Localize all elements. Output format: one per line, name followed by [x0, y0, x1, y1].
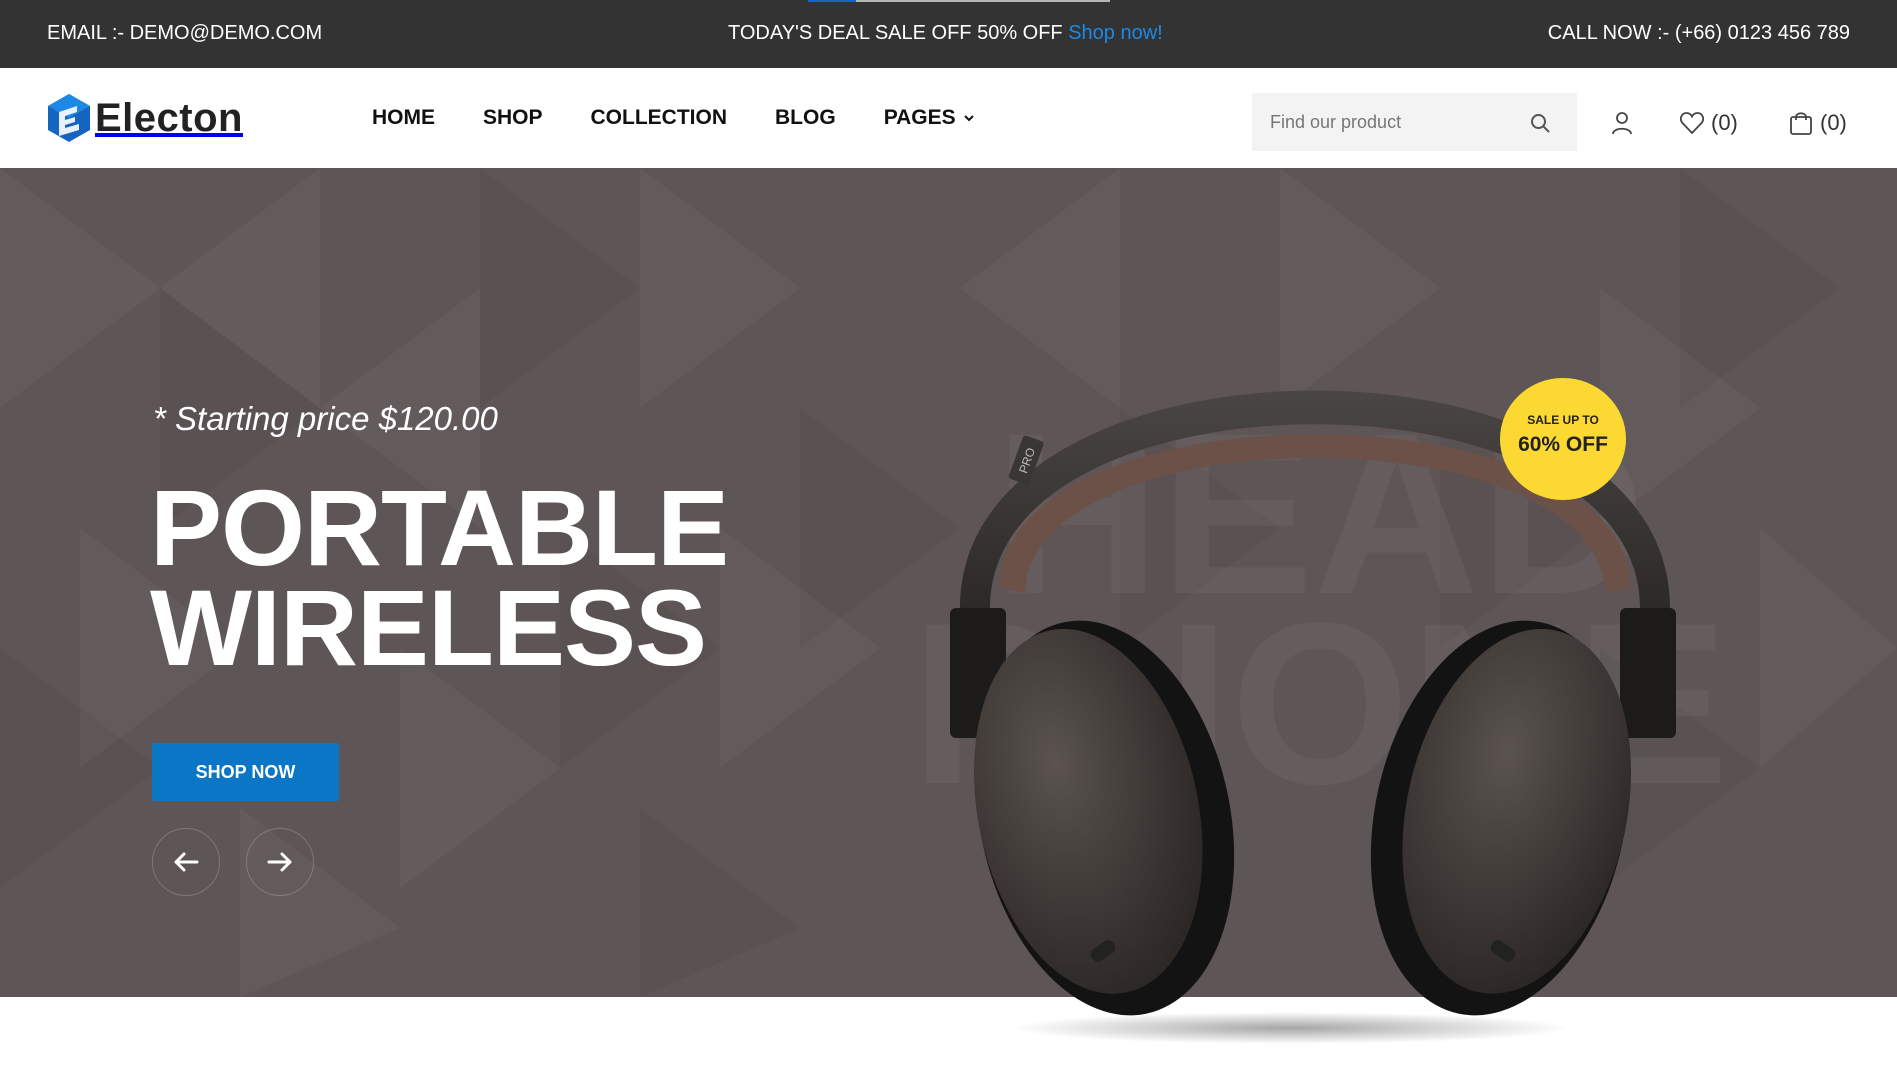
hero-subtitle: * Starting price $120.00	[153, 400, 498, 437]
slider-next-button[interactable]	[246, 828, 314, 896]
call-text: CALL NOW :- (+66) 0123 456 789	[1547, 22, 1850, 44]
nav-item-shop[interactable]: SHOP	[483, 106, 543, 130]
hero-title-line1: PORTABLE	[150, 467, 729, 588]
hero-slider: HEAD PHONE * Starting price $120.00 PORT…	[0, 168, 1897, 997]
cart-button[interactable]: (0)	[1788, 110, 1847, 136]
wishlist-count: (0)	[1711, 110, 1738, 135]
nav-label: COLLECTION	[590, 106, 728, 129]
shop-now-button[interactable]: SHOP NOW	[152, 743, 339, 801]
sale-badge-big-text: 60% OFF	[1518, 433, 1608, 456]
nav-item-home[interactable]: HOME	[372, 106, 435, 130]
chevron-down-icon	[963, 115, 974, 122]
deal-text: TODAY'S DEAL SALE OFF 50% OFF	[728, 22, 1063, 44]
email-text: EMAIL :- DEMO@DEMO.COM	[47, 22, 323, 44]
nav-item-pages[interactable]: PAGES	[884, 106, 974, 130]
nav-label: HOME	[372, 106, 435, 129]
main-nav: HOME SHOP COLLECTION BLOG PAGES	[372, 106, 1022, 130]
shop-now-link[interactable]: Shop now!	[1068, 22, 1163, 44]
nav-label: SHOP	[483, 106, 543, 129]
wishlist-button[interactable]: (0)	[1679, 110, 1738, 136]
top-bar: EMAIL :- DEMO@DEMO.COM TODAY'S DEAL SALE…	[0, 0, 1897, 68]
slider-prev-button[interactable]	[152, 828, 220, 896]
logo[interactable]: Electon	[45, 92, 243, 144]
logo-text: Electon	[95, 95, 243, 140]
search-box	[1252, 93, 1577, 151]
arrow-left-icon	[174, 852, 199, 872]
search-input[interactable]	[1270, 107, 1520, 137]
logo-icon	[48, 94, 90, 142]
hero-title-line2: WIRELESS	[150, 567, 707, 688]
sale-badge-small-text: SALE UP TO	[1527, 413, 1599, 427]
nav-item-collection[interactable]: COLLECTION	[591, 106, 728, 130]
heart-icon	[1680, 112, 1704, 135]
slider-progress-track	[808, 0, 1110, 2]
deal-announcement: TODAY'S DEAL SALE OFF 50% OFF Shop now!	[728, 22, 1163, 45]
nav-label: PAGES	[883, 106, 956, 129]
arrow-right-icon	[267, 852, 292, 872]
shopping-bag-icon	[1790, 112, 1812, 135]
account-button[interactable]	[1609, 110, 1635, 136]
watermark-text-phone: PHONE	[911, 575, 1729, 832]
slider-progress-fill	[808, 0, 857, 2]
sale-badge: SALE UP TO 60% OFF	[1500, 378, 1626, 500]
nav-label: BLOG	[775, 106, 836, 129]
nav-item-blog[interactable]: BLOG	[775, 106, 836, 130]
hero-title: PORTABLE WIRELESS	[150, 467, 729, 688]
search-icon[interactable]	[1529, 112, 1551, 134]
main-header: Electon HOME SHOP COLLECTION BLOG PAGES …	[0, 68, 1897, 168]
cart-count: (0)	[1820, 110, 1847, 135]
user-icon	[1612, 112, 1632, 135]
